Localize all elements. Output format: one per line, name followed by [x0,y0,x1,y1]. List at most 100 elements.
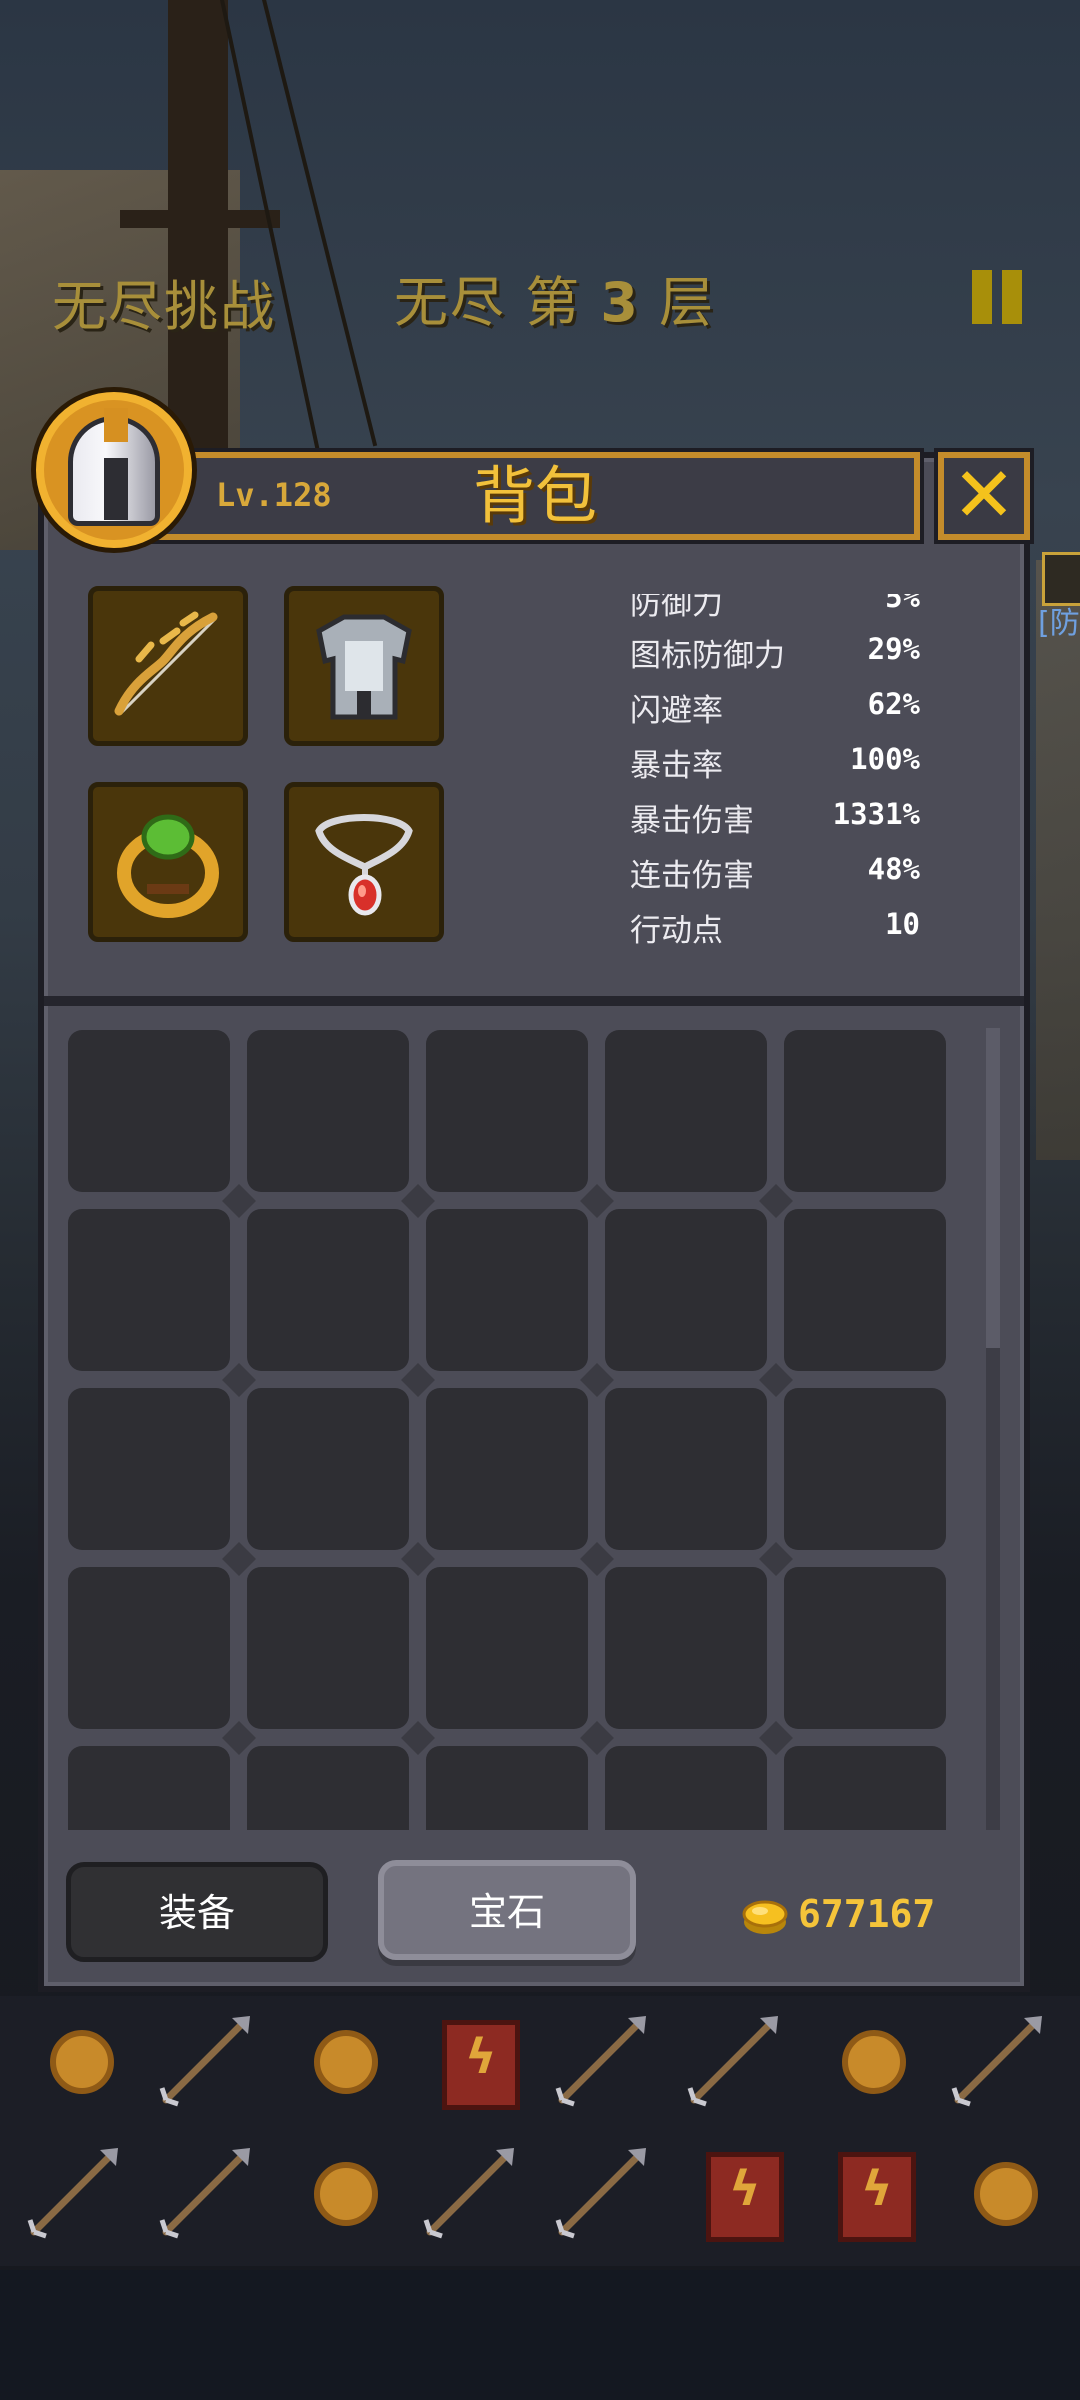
inventory-slot[interactable] [247,1388,409,1550]
inventory-slot[interactable] [784,1388,946,1550]
hotbar-slot [20,2136,140,2256]
equip-slot-necklace[interactable] [284,782,444,942]
gem-tab-button[interactable]: 宝石 [378,1860,636,1960]
pause-icon-bar [1002,270,1022,324]
inventory-slot[interactable] [605,1746,767,1830]
inventory-grid[interactable] [60,1020,960,1830]
hotbar-slot [284,2136,404,2256]
hotbar-slot [548,2136,668,2256]
gold-amount: 677167 [798,1892,936,1936]
inventory-slot[interactable] [605,1030,767,1192]
necklace-icon [315,814,413,916]
close-button[interactable]: ✕ [934,448,1034,544]
stat-row: 连击伤害 48% [630,850,920,900]
spellbook-icon [706,2152,784,2242]
floor-prefix: 无尽 第 [394,271,582,334]
stat-value: 29% [867,632,920,666]
pause-icon [972,270,992,324]
stat-value: 62% [867,687,920,721]
grid-scroll-thumb[interactable] [986,1028,1000,1348]
inventory-slot[interactable] [247,1567,409,1729]
equip-tab-button[interactable]: 装备 [66,1862,328,1962]
stat-value: 48% [867,852,920,886]
equip-slot-ring[interactable] [88,782,248,942]
hotbar-slot [812,2004,932,2124]
hotbar-slot [548,2004,668,2124]
inventory-slot[interactable] [605,1388,767,1550]
arrow-icon [27,2148,118,2239]
floor-number: 3 [600,271,640,334]
hotbar-slot [680,2136,800,2256]
stat-value: 10 [885,907,920,941]
ship-yard [120,210,280,228]
coin-icon [974,2162,1038,2226]
side-label: [防 [1038,606,1080,641]
inventory-slot[interactable] [426,1030,588,1192]
coin-icon [842,2030,906,2094]
hotbar-slot [152,2136,272,2256]
arrow-icon [951,2016,1042,2107]
hotbar-slot [944,2136,1064,2256]
equip-slot-weapon[interactable] [88,586,248,746]
stat-label: 闪避率 [630,693,723,729]
gold-coin-icon [742,1900,788,1934]
stat-row: 暴击伤害 1331% [630,795,920,845]
inventory-slot[interactable] [68,1030,230,1192]
stat-label: 暴击率 [630,748,723,784]
stat-row: 暴击率 100% [630,740,920,790]
inventory-slot[interactable] [784,1030,946,1192]
coin-icon [314,2030,378,2094]
mode-label: 无尽挑战 [52,275,276,338]
stat-row: 图标防御力 29% [630,630,920,680]
inventory-slot[interactable] [68,1388,230,1550]
inventory-slot[interactable] [426,1746,588,1830]
helmet-visor [104,458,128,520]
stat-label: 图标防御力 [630,638,785,674]
hotbar-slot [680,2004,800,2124]
panel-divider [44,996,1024,1006]
inventory-slot[interactable] [247,1209,409,1371]
arrow-icon [687,2016,778,2107]
inventory-slot[interactable] [247,1030,409,1192]
inventory-slot[interactable] [605,1209,767,1371]
hotbar-slot [812,2136,932,2256]
player-level: Lv.128 [216,476,332,514]
coin-icon [314,2162,378,2226]
stat-label: 连击伤害 [630,858,754,894]
hotbar-slot [944,2004,1064,2124]
arrow-icon [555,2016,646,2107]
inventory-slot[interactable] [784,1209,946,1371]
hotbar-slot [284,2004,404,2124]
stat-value: 1331% [832,797,920,831]
inventory-slot[interactable] [68,1746,230,1830]
player-avatar[interactable] [36,392,192,548]
ring-icon [117,814,219,918]
stat-row: 行动点 10 [630,905,920,955]
inventory-slot[interactable] [247,1746,409,1830]
pause-button[interactable] [972,270,1024,324]
hotbar-slot [416,2136,536,2256]
inventory-slot[interactable] [426,1209,588,1371]
bow-icon [114,611,218,716]
inventory-slot[interactable] [426,1388,588,1550]
floor-indicator: 无尽 第 3 层 [394,258,715,337]
item-hotbar [0,1996,1080,2266]
arrow-icon [423,2148,514,2239]
equip-slot-armor[interactable] [284,586,444,746]
hotbar-slot [152,2004,272,2124]
inventory-slot[interactable] [784,1746,946,1830]
hotbar-slot [20,2004,140,2124]
coin-icon [50,2030,114,2094]
stat-row: 闪避率 62% [630,685,920,735]
armor-icon [316,614,412,720]
inventory-slot[interactable] [784,1567,946,1729]
hotbar-slot [416,2004,536,2124]
inventory-slot[interactable] [68,1209,230,1371]
panel-title: 背包 [472,459,597,532]
helmet-crest [104,408,128,442]
inventory-slot[interactable] [426,1567,588,1729]
inventory-slot[interactable] [605,1567,767,1729]
inventory-slot[interactable] [68,1567,230,1729]
spellbook-icon [838,2152,916,2242]
floor-suffix: 层 [659,271,716,334]
